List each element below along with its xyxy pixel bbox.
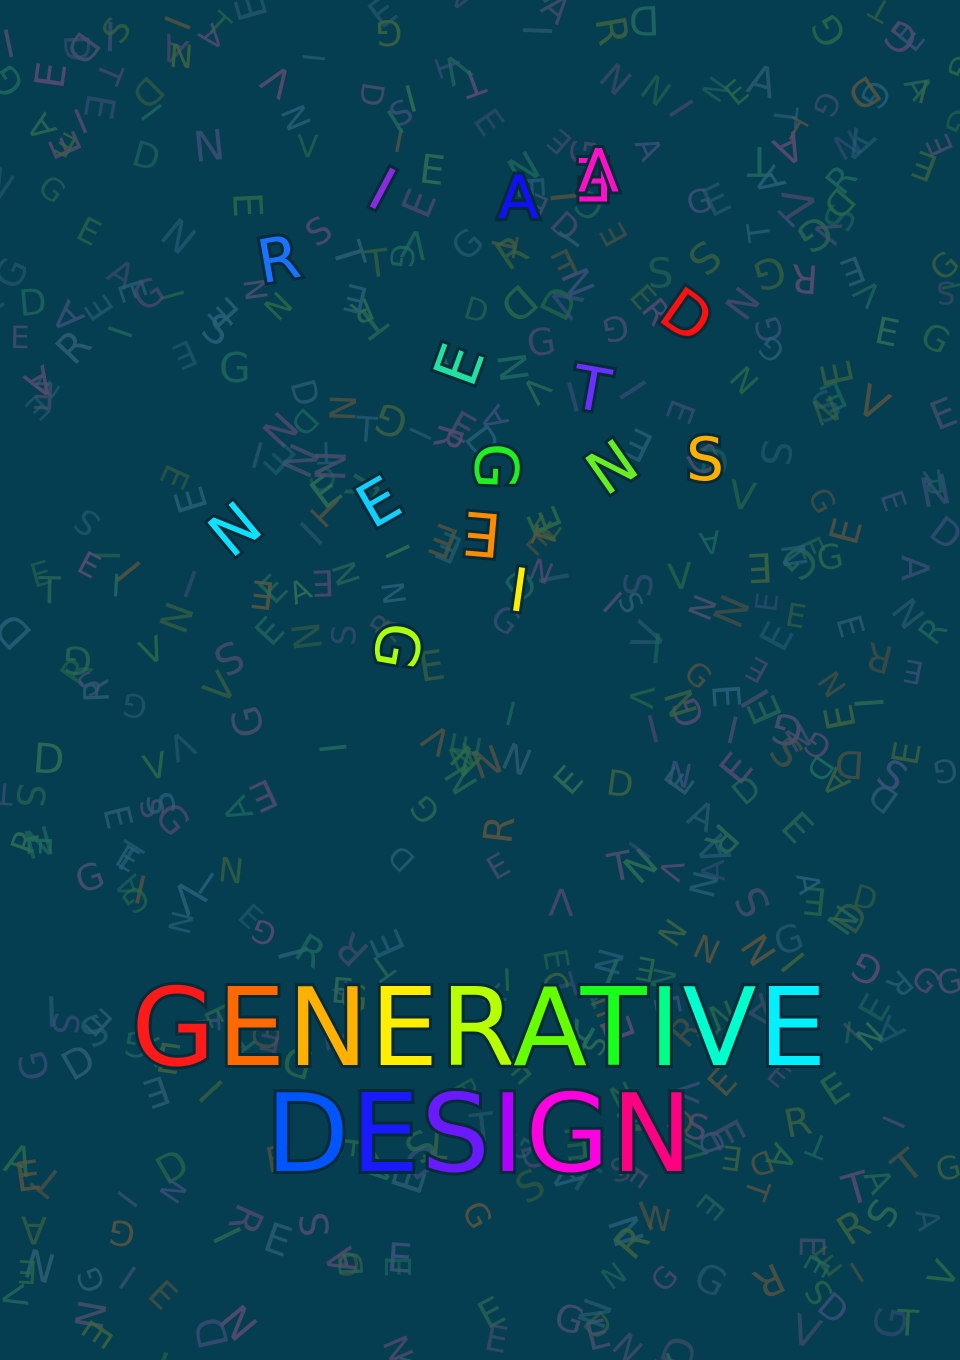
poster: VDGVGRGEGTIEAIEGREEGNEGGTTANNNVVTDGGDSNE…	[0, 0, 960, 1360]
title-letter: E	[348, 1072, 422, 1197]
cluster-letter: E	[418, 332, 503, 398]
title-letter: N	[608, 1072, 695, 1197]
cluster-letter: E	[457, 493, 507, 572]
title-line-design: DESIGN	[0, 1078, 960, 1192]
cluster-letter: T	[564, 349, 618, 430]
cluster-letter: N	[193, 486, 278, 574]
title-letter: E	[755, 966, 829, 1091]
cluster-letter: V	[575, 130, 622, 206]
cluster-letter: E	[342, 460, 416, 546]
title-letter: S	[418, 1072, 493, 1197]
cluster-letter: R	[249, 219, 308, 301]
cluster-letter: G	[456, 439, 534, 494]
cluster-letter: S	[683, 425, 727, 495]
cluster-letter: I	[502, 552, 535, 630]
title-letter: G	[128, 966, 218, 1091]
poster-title: GENERATIVE DESIGN	[0, 972, 960, 1192]
title-letter: D	[263, 1072, 352, 1197]
cluster-letter: I	[355, 152, 409, 228]
title-line-generative: GENERATIVE	[0, 972, 960, 1086]
title-letter: G	[523, 1072, 613, 1197]
title-letter: I	[489, 1072, 527, 1197]
cluster-letter: G	[355, 614, 438, 678]
cluster-letter: D	[644, 271, 728, 361]
cluster-letter: A	[495, 163, 542, 233]
cluster-letter: N	[571, 423, 654, 512]
